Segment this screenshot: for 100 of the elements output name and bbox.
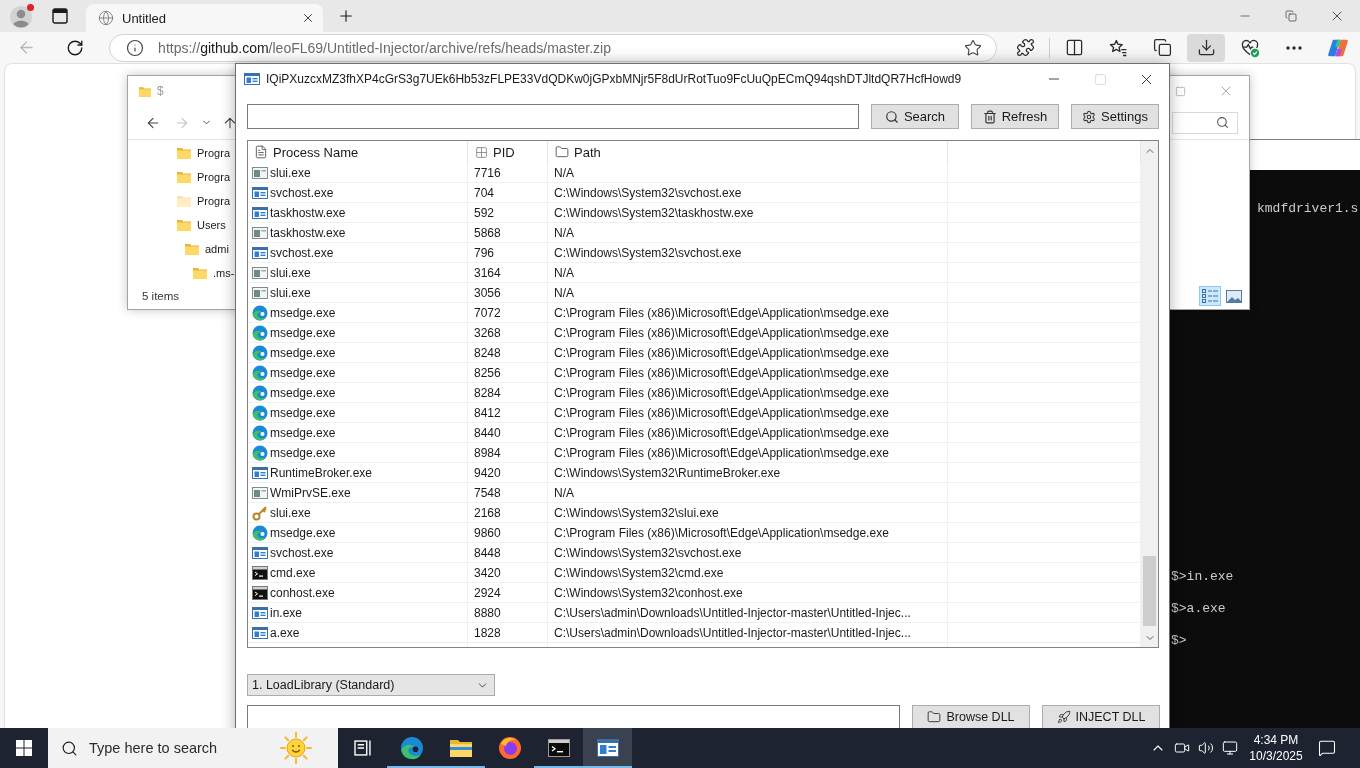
- tab-actions-icon[interactable]: [52, 8, 68, 24]
- fox-browser-icon[interactable]: [497, 736, 522, 760]
- process-name[interactable]: msedge.exe: [270, 385, 336, 400]
- process-path: C:\Windows\System32\conhost.exe: [554, 585, 743, 600]
- process-path: N/A: [554, 285, 574, 300]
- process-id: 796: [474, 245, 495, 260]
- process-path: C:\Users\admin\Downloads\Untitled-Injector-master\Untitled-Injec...: [554, 625, 911, 640]
- folder-name[interactable]: .ms-: [213, 267, 235, 279]
- column-header[interactable]: Path: [548, 141, 948, 163]
- process-id: 9420: [474, 465, 501, 480]
- process-name[interactable]: slui.exe: [270, 165, 311, 180]
- process-path: C:\Program Files (x86)\Microsoft\Edge\Application\msedge.exe: [554, 525, 889, 540]
- browse-dll-button[interactable]: Browse DLL: [912, 705, 1030, 729]
- process-name[interactable]: slui.exe: [270, 285, 311, 300]
- view-button[interactable]: [1199, 286, 1221, 306]
- search-field[interactable]: [247, 104, 859, 129]
- swirl-logo-icon: [1327, 37, 1349, 58]
- process-name[interactable]: taskhostw.exe: [270, 225, 346, 240]
- program-icon: [252, 284, 268, 301]
- refresh-button[interactable]: Refresh: [971, 104, 1059, 129]
- task-view-icon[interactable]: [353, 740, 372, 756]
- refresh-icon[interactable]: [66, 38, 85, 57]
- folder-name[interactable]: Progra: [197, 195, 231, 207]
- process-path: C:\Program Files (x86)\Microsoft\Edge\Application\msedge.exe: [554, 365, 889, 380]
- column-header[interactable]: PID: [468, 141, 548, 163]
- process-id: 1828: [474, 625, 501, 640]
- folder-name[interactable]: Users: [197, 219, 226, 231]
- clock-date[interactable]: 10/3/2025: [1249, 748, 1303, 764]
- close-icon[interactable]: [301, 11, 315, 25]
- process-name[interactable]: msedge.exe: [270, 425, 336, 440]
- process-id: 8412: [474, 405, 501, 420]
- window-icon: [252, 184, 268, 201]
- clock-time[interactable]: 4:34 PM: [1253, 732, 1299, 748]
- star-icon[interactable]: [964, 38, 982, 57]
- console-icon: [252, 564, 268, 581]
- camera-icon[interactable]: [1174, 740, 1190, 756]
- process-name[interactable]: msedge.exe: [270, 305, 336, 320]
- scrollbar-thumb[interactable]: [1143, 556, 1156, 626]
- address-bar[interactable]: https://github.com/leoFL69/Untitled-Injector/archive/refs/heads/master.zip: [109, 33, 997, 62]
- column-header[interactable]: Process Name: [248, 141, 468, 163]
- process-name[interactable]: msedge.exe: [270, 325, 336, 340]
- process-name[interactable]: RuntimeBroker.exe: [270, 465, 373, 480]
- terminal-icon[interactable]: [547, 739, 570, 757]
- info-icon[interactable]: [126, 38, 145, 57]
- process-id: 8984: [474, 445, 501, 460]
- process-name[interactable]: a.exe: [270, 625, 300, 640]
- process-path: C:\Windows\System32\svchost.exe: [554, 545, 742, 560]
- browser-tab[interactable]: Untitled: [86, 4, 323, 32]
- scrollbar[interactable]: [1141, 141, 1158, 647]
- dll-path-field[interactable]: [247, 705, 900, 729]
- taskbar-button[interactable]: [583, 728, 632, 768]
- window-title: IQiPXuzcxMZ3fhXP4cGrS3g7UEk6Hb53zFLPE33VdQDKw0jGPxbMNjr5F8dUrRotTuo9FcUuQpECmQ94qshDTJltdQR7HcfHowd9: [266, 72, 962, 86]
- settings-button[interactable]: Settings: [1071, 104, 1159, 129]
- process-name[interactable]: msedge.exe: [270, 345, 336, 360]
- process-id: 8256: [474, 365, 501, 380]
- new-tab-icon[interactable]: [337, 7, 355, 25]
- process-name[interactable]: conhost.exe: [270, 585, 335, 600]
- method-dropdown[interactable]: 1. LoadLibrary (Standard): [247, 674, 495, 696]
- folder-name[interactable]: admi: [205, 243, 229, 255]
- key-icon: [252, 504, 268, 521]
- profile-avatar-icon[interactable]: [9, 3, 35, 29]
- restore-icon[interactable]: [1285, 10, 1297, 22]
- window-icon: [252, 464, 268, 481]
- puzzle-icon: [1015, 38, 1035, 57]
- window-icon[interactable]: [596, 739, 619, 757]
- toolbar-button[interactable]: [1187, 33, 1225, 62]
- browser-icon: [252, 444, 268, 461]
- monitor-icon[interactable]: [1222, 740, 1238, 756]
- process-name[interactable]: msedge.exe: [270, 445, 336, 460]
- browser-icon: [252, 404, 268, 421]
- speaker-icon[interactable]: [1198, 740, 1214, 756]
- process-name[interactable]: svchost.exe: [270, 185, 334, 200]
- taskbar-search-field[interactable]: Type here to search: [48, 728, 338, 768]
- process-name[interactable]: cmd.exe: [270, 565, 316, 580]
- process-name[interactable]: svchost.exe: [270, 545, 334, 560]
- process-name[interactable]: msedge.exe: [270, 525, 336, 540]
- process-name[interactable]: msedge.exe: [270, 365, 336, 380]
- process-name[interactable]: taskhostw.exe: [270, 205, 346, 220]
- folder-name[interactable]: Progra: [197, 147, 231, 159]
- notification-icon[interactable]: [1318, 739, 1336, 757]
- search-button[interactable]: Search: [871, 104, 959, 129]
- start-icon[interactable]: [16, 740, 32, 756]
- console-line: $>: [1171, 633, 1188, 649]
- program-icon: [252, 224, 268, 241]
- process-name[interactable]: in.exe: [270, 605, 303, 620]
- process-name[interactable]: WmiPrvSE.exe: [270, 485, 351, 500]
- process-path: C:\Program Files (x86)\Microsoft\Edge\Application\msedge.exe: [554, 445, 889, 460]
- folder-name[interactable]: Progra: [197, 171, 231, 183]
- process-id: 8448: [474, 545, 501, 560]
- document-icon: [254, 145, 268, 159]
- star-list-icon: [1108, 37, 1128, 58]
- inject-dll-button[interactable]: INJECT DLL: [1042, 705, 1160, 729]
- process-name[interactable]: slui.exe: [270, 265, 311, 280]
- folder-icon[interactable]: [449, 739, 472, 757]
- process-name[interactable]: slui.exe: [270, 505, 311, 520]
- process-id: 2168: [474, 505, 501, 520]
- browser-icon[interactable]: [399, 736, 424, 760]
- folder-icon: [555, 145, 569, 159]
- process-name[interactable]: msedge.exe: [270, 405, 336, 420]
- process-name[interactable]: svchost.exe: [270, 245, 334, 260]
